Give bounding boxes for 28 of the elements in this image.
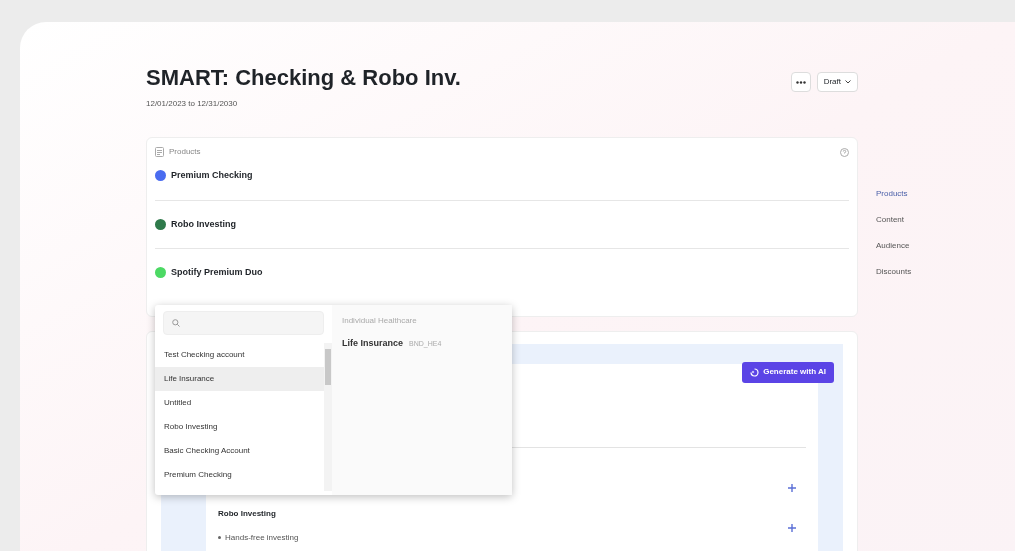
nav-link[interactable]: Audience [876,240,912,252]
generate-ai-button[interactable]: Generate with AI [742,361,834,383]
add-icon[interactable] [788,523,796,532]
caret-icon [845,80,851,84]
bullet-text: Hands-free investing [225,531,299,544]
product-name: Spotify Premium Duo [171,266,263,279]
nav-link[interactable]: Products [876,188,912,200]
more-icon [795,80,806,84]
bullet-icon [218,536,221,539]
product-name: Premium Checking [171,169,253,182]
add-icon[interactable] [788,483,796,492]
card-title: Products [169,146,201,158]
help-icon [840,147,849,157]
product-name: Life Insurance [342,337,404,350]
search-field[interactable] [163,311,324,335]
nav-link[interactable]: Discounts [876,266,912,278]
page-title: SMART: Checking & Robo Inv. [146,64,461,92]
date-range: 12/01/2023 to 12/31/2030 [146,98,239,110]
option-item[interactable]: Life Insurance [155,367,324,391]
status-dropdown[interactable]: Draft [816,72,858,92]
category-label: Individual Healthcare [342,315,418,327]
sparkle-icon [750,367,760,377]
document-icon [155,147,164,157]
more-button[interactable] [790,72,811,92]
product-name: Robo Investing [171,217,236,231]
search-icon [172,319,180,327]
section-title: Robo Investing [218,507,277,520]
nav-link[interactable]: Content [876,214,912,226]
